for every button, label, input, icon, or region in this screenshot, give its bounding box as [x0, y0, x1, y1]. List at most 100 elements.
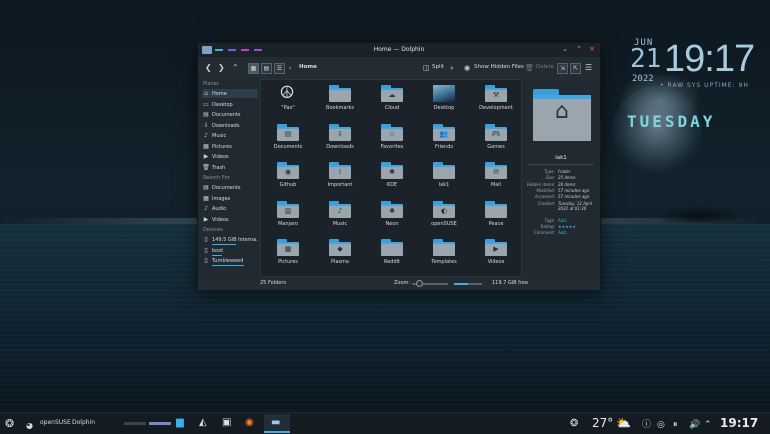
info-value[interactable]: Add...	[558, 218, 598, 223]
up-icon[interactable]: ⌃	[232, 62, 239, 74]
file-item[interactable]: Reddit	[366, 236, 418, 274]
sidebar-device-0[interactable]: ▯ 149.5 GiB Interna...	[202, 235, 258, 244]
show-hidden-files-button[interactable]: Show Hidden Files	[474, 64, 524, 70]
sidebar-item-trash[interactable]: 🗑 Trash	[202, 163, 258, 172]
sidebar-search-videos[interactable]: ▶ Videos	[202, 215, 258, 224]
info-value[interactable]: ★★★★★	[558, 224, 598, 229]
window-titlebar[interactable]: Home — Dolphin ⌄ ⌃ ×	[198, 43, 600, 57]
hamburger-menu-icon[interactable]: ☰	[585, 62, 592, 74]
file-item[interactable]: ✺ Neon	[366, 198, 418, 236]
file-item[interactable]: ⇩ Downloads	[314, 121, 366, 159]
file-item[interactable]: Templates	[418, 236, 470, 274]
file-item[interactable]: ◐ openSUSE	[418, 198, 470, 236]
file-item[interactable]: ☁ Cloud	[366, 82, 418, 120]
compact-view-button[interactable]: ▤	[261, 63, 272, 74]
application-launcher-icon[interactable]: ❂	[5, 416, 14, 431]
file-item[interactable]: ! Important	[314, 159, 366, 197]
file-item[interactable]: ✉ Mail	[470, 159, 522, 197]
volume-icon[interactable]: 🔊	[689, 418, 700, 433]
file-item[interactable]: Desktop	[418, 82, 470, 120]
info-value: Tuesday, 12 April 2022 at 01:30	[558, 200, 593, 211]
file-item[interactable]: ☮ "Pax"	[262, 82, 314, 120]
sidebar-search-documents[interactable]: ▤ Documents	[202, 183, 258, 192]
task-icon-terminal[interactable]: ▣	[217, 414, 239, 433]
breadcrumb[interactable]: Home	[299, 64, 317, 70]
file-item[interactable]: ◉ Github	[262, 159, 314, 197]
free-space-fill	[454, 283, 468, 285]
file-name: Documents	[273, 143, 303, 150]
task-icon-inkscape[interactable]: ◭	[194, 414, 216, 433]
maximize-button[interactable]: ⌃	[574, 45, 584, 54]
status-bar: 25 Folders Zoom: 119.7 GiB free	[198, 277, 600, 290]
sidebar-device-2[interactable]: ▯ Tumbleweed	[202, 256, 258, 265]
file-item[interactable]: ♪ Music	[314, 198, 366, 236]
pager-desktop-2[interactable]	[149, 422, 171, 425]
taskbar-clock[interactable]: 19:17	[720, 416, 758, 430]
sidebar-search-images[interactable]: ▦ Images	[202, 194, 258, 203]
info-value[interactable]: Add...	[558, 230, 598, 235]
file-item[interactable]: 👥 Friends	[418, 121, 470, 159]
file-item[interactable]: ▥ Manjaro	[262, 198, 314, 236]
back-icon[interactable]: ❮	[205, 62, 212, 74]
folder-icon	[485, 200, 507, 218]
sidebar-item-documents[interactable]: ▤ Documents	[202, 110, 258, 119]
task-icon-folder[interactable]: ▆	[171, 414, 193, 433]
file-name: "Pax"	[281, 105, 295, 111]
pager-desktop-1[interactable]	[124, 422, 146, 425]
file-item[interactable]: ⚒ Development	[470, 82, 522, 120]
eye-icon[interactable]: ◉	[464, 62, 470, 74]
info-item-name: lak1	[555, 155, 567, 161]
sidebar-item-home[interactable]: ⌂ Home	[202, 89, 258, 98]
folder-emblem-icon: ☆	[388, 129, 396, 138]
search-icon[interactable]: ⌕	[450, 62, 454, 74]
split-button[interactable]: Split	[432, 64, 444, 70]
weather-temperature[interactable]: 27°	[592, 416, 613, 430]
sidebar-item-label: Audio	[212, 206, 227, 212]
sidebar-device-1[interactable]: ▯ boot	[202, 246, 258, 255]
media-icon[interactable]: ⏸	[673, 418, 678, 433]
sidebar-section-title: Devices	[203, 227, 223, 233]
sidebar-item-downloads[interactable]: ⇩ Downloads	[202, 121, 258, 130]
trash-icon[interactable]: 🗑	[525, 62, 534, 74]
task-icon-firefox[interactable]: ◉	[240, 414, 262, 433]
sidebar-search-audio[interactable]: ♪ Audio	[202, 204, 258, 213]
kde-connect-icon[interactable]: ❂	[570, 416, 578, 431]
sidebar-item-pictures[interactable]: ▦ Pictures	[202, 142, 258, 151]
sidebar-section-title: Search For	[203, 175, 230, 181]
vault-icon[interactable]: ◎	[657, 418, 665, 433]
icons-view-button[interactable]: ▦	[248, 63, 259, 74]
file-item[interactable]: ▦ Pictures	[262, 236, 314, 274]
clipboard-icon[interactable]: ⓘ	[642, 418, 651, 433]
tray-expand-icon[interactable]: ⌃	[704, 418, 712, 433]
details-view-button[interactable]: ☰	[274, 63, 285, 74]
file-item[interactable]: lak1	[418, 159, 470, 197]
terminal-button[interactable]: ⇲	[557, 63, 568, 74]
file-item[interactable]: ◆ Plasma	[314, 236, 366, 274]
sidebar-item-desktop[interactable]: ▭ Desktop	[202, 100, 258, 109]
sidebar-item-icon: ▶	[203, 215, 209, 223]
delete-button[interactable]: Delete	[536, 64, 554, 70]
file-item[interactable]: ▶ Videos	[470, 236, 522, 274]
task-icon-dolphin[interactable]: ▬	[264, 414, 290, 433]
file-item[interactable]: 🎮 Games	[470, 121, 522, 159]
file-item[interactable]: ▤ Documents	[262, 121, 314, 159]
file-item[interactable]: Bookmarks	[314, 82, 366, 120]
weather-icon[interactable]: ⛅	[616, 416, 631, 431]
file-item[interactable]: ✱ KDE	[366, 159, 418, 197]
sidebar-item-music[interactable]: ♪ Music	[202, 131, 258, 140]
folder-icon	[433, 239, 455, 256]
split-icon[interactable]: ◫	[423, 62, 430, 74]
forward-icon[interactable]: ❯	[218, 62, 225, 74]
minimize-button[interactable]: ⌄	[560, 45, 570, 54]
close-button[interactable]: ×	[587, 45, 597, 54]
sidebar-item-label: Videos	[212, 154, 229, 160]
zoom-slider-handle[interactable]	[416, 280, 423, 287]
file-item[interactable]: Peace	[470, 198, 522, 236]
folder-icon: ▦	[277, 239, 299, 256]
file-view[interactable]: ☮ "Pax" Bookmarks ☁ Cloud Desktop ⚒ Development…	[260, 79, 522, 277]
info-panel-button[interactable]: ⇱	[570, 63, 581, 74]
file-item[interactable]: ☆ Favorites	[366, 121, 418, 159]
folder-emblem-icon: ♪	[337, 206, 343, 215]
folder-emblem-icon: ▦	[284, 245, 292, 253]
sidebar-item-videos[interactable]: ▶ Videos	[202, 152, 258, 161]
